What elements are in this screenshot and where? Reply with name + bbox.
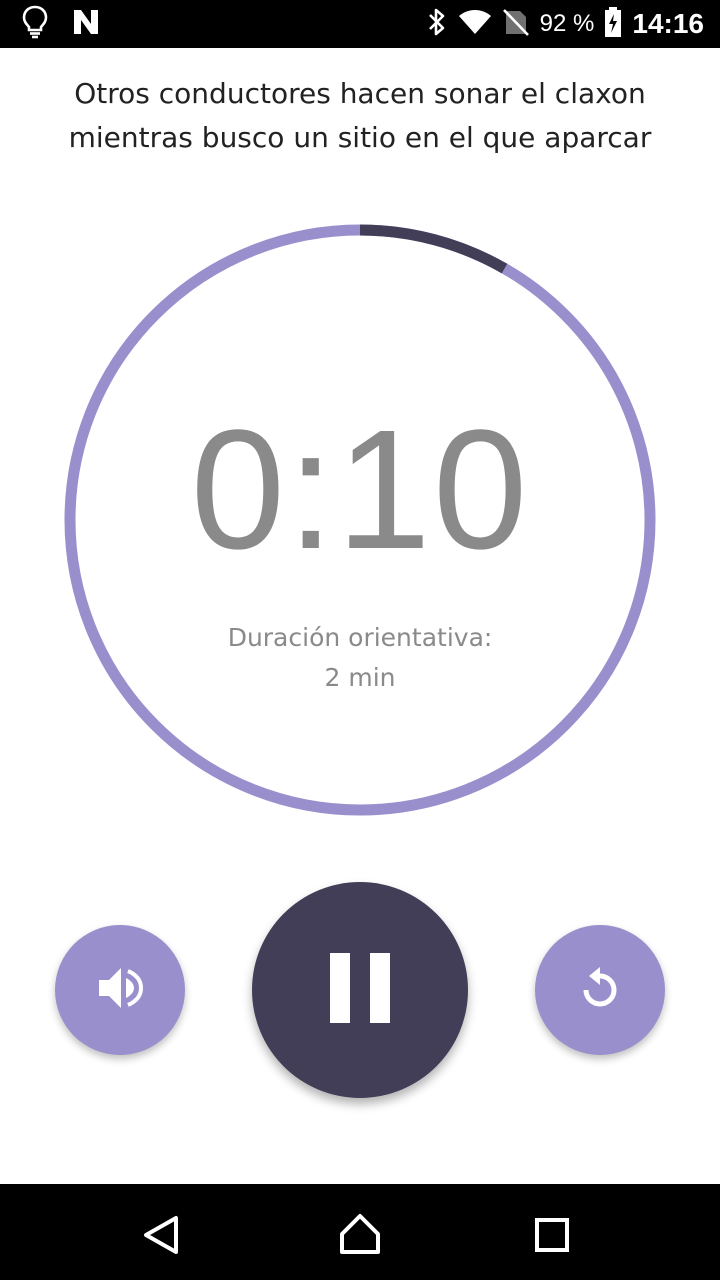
recents-icon[interactable] <box>535 1218 569 1252</box>
timer-display: 0:10 <box>190 395 530 585</box>
bluetooth-icon <box>426 7 448 41</box>
lightbulb-icon <box>22 5 48 43</box>
title-line-1: Otros conductores hacen sonar el claxon <box>74 77 646 110</box>
duration-value: 2 min <box>324 663 396 692</box>
battery-percent: 92 % <box>539 10 595 37</box>
duration-label: Duración orientativa: <box>227 623 493 652</box>
navigation-bar <box>0 1184 720 1280</box>
n-logo-icon <box>72 8 100 40</box>
home-icon[interactable] <box>340 1214 380 1254</box>
volume-icon <box>95 963 145 1017</box>
replay-icon <box>576 964 624 1016</box>
back-icon[interactable] <box>144 1216 178 1254</box>
clock: 14:16 <box>632 8 704 39</box>
wifi-icon <box>458 8 492 40</box>
exercise-title: Otros conductores hacen sonar el claxon … <box>40 72 680 160</box>
status-bar: 92 % 14:16 <box>0 0 720 48</box>
sound-button[interactable] <box>55 925 185 1055</box>
duration-info: Duración orientativa: 2 min <box>60 618 660 698</box>
reset-button[interactable] <box>535 925 665 1055</box>
pause-icon <box>328 951 392 1029</box>
pause-button[interactable] <box>252 882 468 1098</box>
battery-charging-icon <box>604 6 622 42</box>
title-line-2: mientras busco un sitio en el que aparca… <box>68 121 652 154</box>
no-sim-icon <box>502 7 530 41</box>
